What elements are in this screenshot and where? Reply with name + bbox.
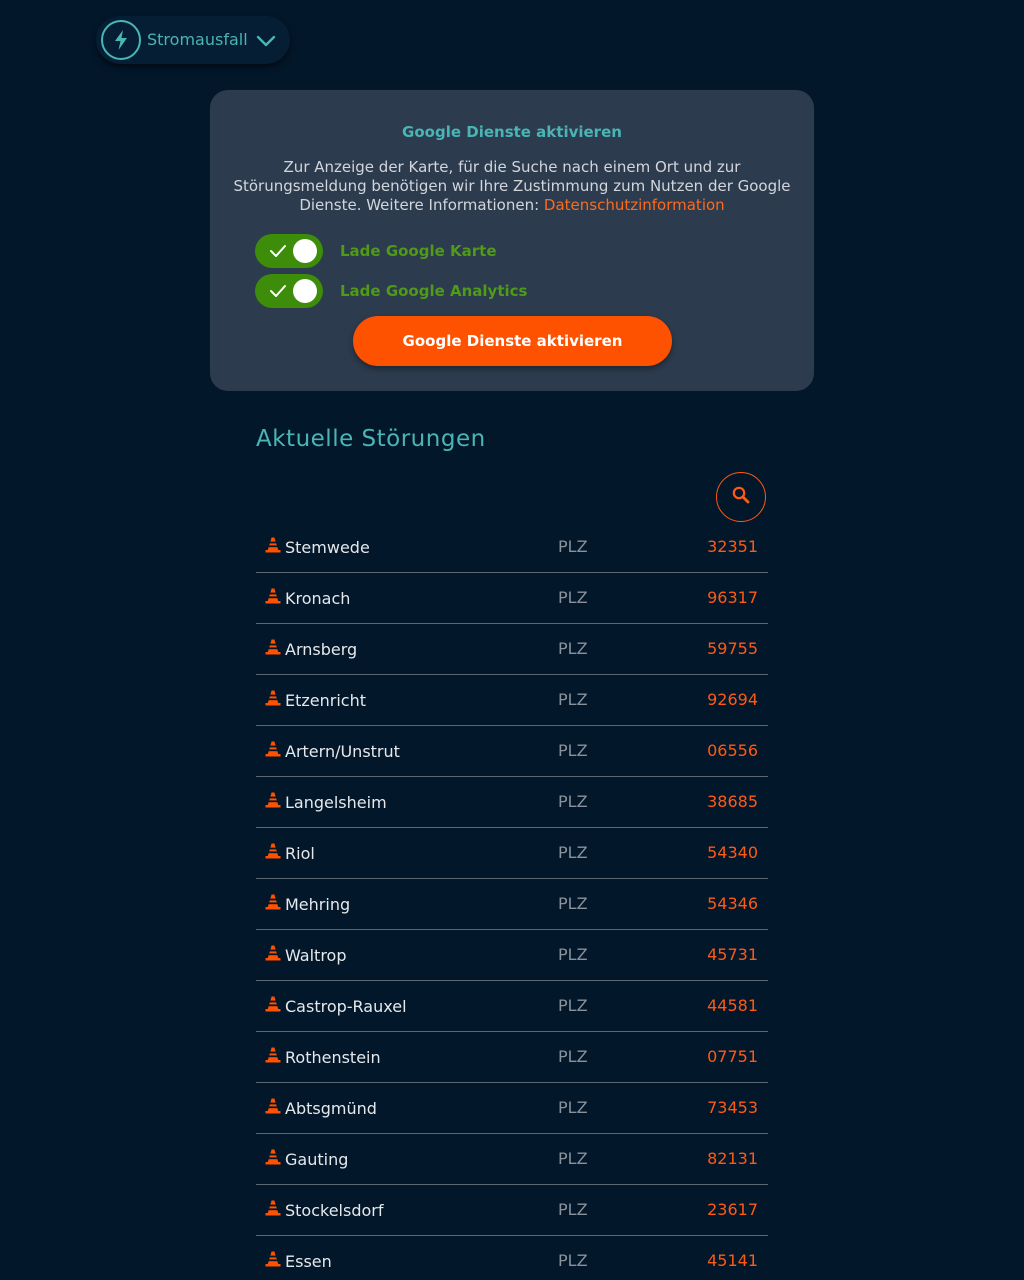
outage-plz: 92694 bbox=[707, 690, 758, 709]
plz-label: PLZ bbox=[558, 639, 588, 658]
google-analytics-toggle-label: Lade Google Analytics bbox=[340, 282, 528, 300]
outage-town: Riol bbox=[285, 844, 315, 863]
traffic-cone-icon bbox=[265, 1047, 281, 1063]
category-label: Stromausfall bbox=[147, 30, 248, 49]
plz-label: PLZ bbox=[558, 996, 588, 1015]
outage-row[interactable]: Artern/Unstrut PLZ 06556 bbox=[256, 726, 768, 777]
outage-town: Waltrop bbox=[285, 946, 347, 965]
plz-label: PLZ bbox=[558, 1098, 588, 1117]
plz-label: PLZ bbox=[558, 537, 588, 556]
google-analytics-toggle[interactable] bbox=[255, 274, 323, 308]
outage-town: Castrop-Rauxel bbox=[285, 997, 407, 1016]
outage-town: Stemwede bbox=[285, 538, 370, 557]
traffic-cone-icon bbox=[265, 537, 281, 553]
outage-plz: 45141 bbox=[707, 1251, 758, 1270]
outage-row[interactable]: Mehring PLZ 54346 bbox=[256, 879, 768, 930]
traffic-cone-icon bbox=[265, 996, 281, 1012]
outage-plz: 38685 bbox=[707, 792, 758, 811]
traffic-cone-icon bbox=[265, 792, 281, 808]
traffic-cone-icon bbox=[265, 1251, 281, 1267]
check-icon bbox=[269, 243, 287, 263]
toggle-row-google-maps: Lade Google Karte bbox=[255, 234, 497, 268]
outage-plz: 82131 bbox=[707, 1149, 758, 1168]
category-selector[interactable]: Stromausfall bbox=[96, 16, 290, 64]
outage-town: Gauting bbox=[285, 1150, 349, 1169]
plz-label: PLZ bbox=[558, 1200, 588, 1219]
outage-town: Essen bbox=[285, 1252, 332, 1271]
outage-row[interactable]: Gauting PLZ 82131 bbox=[256, 1134, 768, 1185]
traffic-cone-icon bbox=[265, 690, 281, 706]
traffic-cone-icon bbox=[265, 894, 281, 910]
check-icon bbox=[269, 283, 287, 303]
outage-town: Rothenstein bbox=[285, 1048, 381, 1067]
outage-row[interactable]: Stockelsdorf PLZ 23617 bbox=[256, 1185, 768, 1236]
lightning-bolt-icon bbox=[101, 20, 141, 60]
outage-row[interactable]: Rothenstein PLZ 07751 bbox=[256, 1032, 768, 1083]
traffic-cone-icon bbox=[265, 588, 281, 604]
plz-label: PLZ bbox=[558, 945, 588, 964]
outage-plz: 96317 bbox=[707, 588, 758, 607]
google-maps-toggle[interactable] bbox=[255, 234, 323, 268]
outage-town: Mehring bbox=[285, 895, 351, 914]
traffic-cone-icon bbox=[265, 1098, 281, 1114]
plz-label: PLZ bbox=[558, 741, 588, 760]
outage-row[interactable]: Kronach PLZ 96317 bbox=[256, 573, 768, 624]
consent-text: Zur Anzeige der Karte, für die Suche nac… bbox=[232, 158, 792, 215]
outage-town: Stockelsdorf bbox=[285, 1201, 384, 1220]
google-consent-card: Google Dienste aktivieren Zur Anzeige de… bbox=[210, 90, 814, 391]
outage-row[interactable]: Essen PLZ 45141 bbox=[256, 1236, 768, 1280]
outage-row[interactable]: Waltrop PLZ 45731 bbox=[256, 930, 768, 981]
outage-plz: 59755 bbox=[707, 639, 758, 658]
plz-label: PLZ bbox=[558, 843, 588, 862]
outage-plz: 45731 bbox=[707, 945, 758, 964]
outage-row[interactable]: Abtsgmünd PLZ 73453 bbox=[256, 1083, 768, 1134]
plz-label: PLZ bbox=[558, 1251, 588, 1270]
privacy-link[interactable]: Datenschutzinformation bbox=[544, 196, 725, 214]
outage-plz: 54346 bbox=[707, 894, 758, 913]
outage-plz: 32351 bbox=[707, 537, 758, 556]
outage-town: Langelsheim bbox=[285, 793, 387, 812]
toggle-knob bbox=[293, 239, 317, 263]
toggle-row-google-analytics: Lade Google Analytics bbox=[255, 274, 527, 308]
toggle-knob bbox=[293, 279, 317, 303]
traffic-cone-icon bbox=[265, 843, 281, 859]
outage-town: Abtsgmünd bbox=[285, 1099, 377, 1118]
traffic-cone-icon bbox=[265, 1149, 281, 1165]
outage-list: Stemwede PLZ 32351 Kronach PLZ 96317 Arnsberg P… bbox=[256, 522, 768, 1280]
plz-label: PLZ bbox=[558, 690, 588, 709]
outage-town: Etzenricht bbox=[285, 691, 366, 710]
outages-title: Aktuelle Störungen bbox=[256, 426, 486, 452]
outage-plz: 73453 bbox=[707, 1098, 758, 1117]
traffic-cone-icon bbox=[265, 1200, 281, 1216]
plz-label: PLZ bbox=[558, 792, 588, 811]
traffic-cone-icon bbox=[265, 741, 281, 757]
outage-plz: 44581 bbox=[707, 996, 758, 1015]
plz-label: PLZ bbox=[558, 1149, 588, 1168]
outage-plz: 06556 bbox=[707, 741, 758, 760]
consent-title: Google Dienste aktivieren bbox=[402, 123, 622, 141]
outage-plz: 07751 bbox=[707, 1047, 758, 1066]
search-button[interactable] bbox=[716, 472, 766, 522]
traffic-cone-icon bbox=[265, 945, 281, 961]
plz-label: PLZ bbox=[558, 1047, 588, 1066]
outage-row[interactable]: Arnsberg PLZ 59755 bbox=[256, 624, 768, 675]
outage-town: Artern/Unstrut bbox=[285, 742, 400, 761]
plz-label: PLZ bbox=[558, 588, 588, 607]
outage-row[interactable]: Stemwede PLZ 32351 bbox=[256, 522, 768, 573]
page: Stromausfall Google Dienste aktivieren Z… bbox=[0, 0, 1024, 1280]
plz-label: PLZ bbox=[558, 894, 588, 913]
traffic-cone-icon bbox=[265, 639, 281, 655]
outage-row[interactable]: Langelsheim PLZ 38685 bbox=[256, 777, 768, 828]
outage-row[interactable]: Etzenricht PLZ 92694 bbox=[256, 675, 768, 726]
search-icon bbox=[731, 485, 751, 509]
activate-google-services-button[interactable]: Google Dienste aktivieren bbox=[353, 316, 672, 366]
chevron-down-icon bbox=[256, 33, 276, 52]
outage-plz: 54340 bbox=[707, 843, 758, 862]
google-maps-toggle-label: Lade Google Karte bbox=[340, 242, 497, 260]
outage-town: Arnsberg bbox=[285, 640, 358, 659]
outage-row[interactable]: Riol PLZ 54340 bbox=[256, 828, 768, 879]
outage-plz: 23617 bbox=[707, 1200, 758, 1219]
outage-row[interactable]: Castrop-Rauxel PLZ 44581 bbox=[256, 981, 768, 1032]
outage-town: Kronach bbox=[285, 589, 351, 608]
